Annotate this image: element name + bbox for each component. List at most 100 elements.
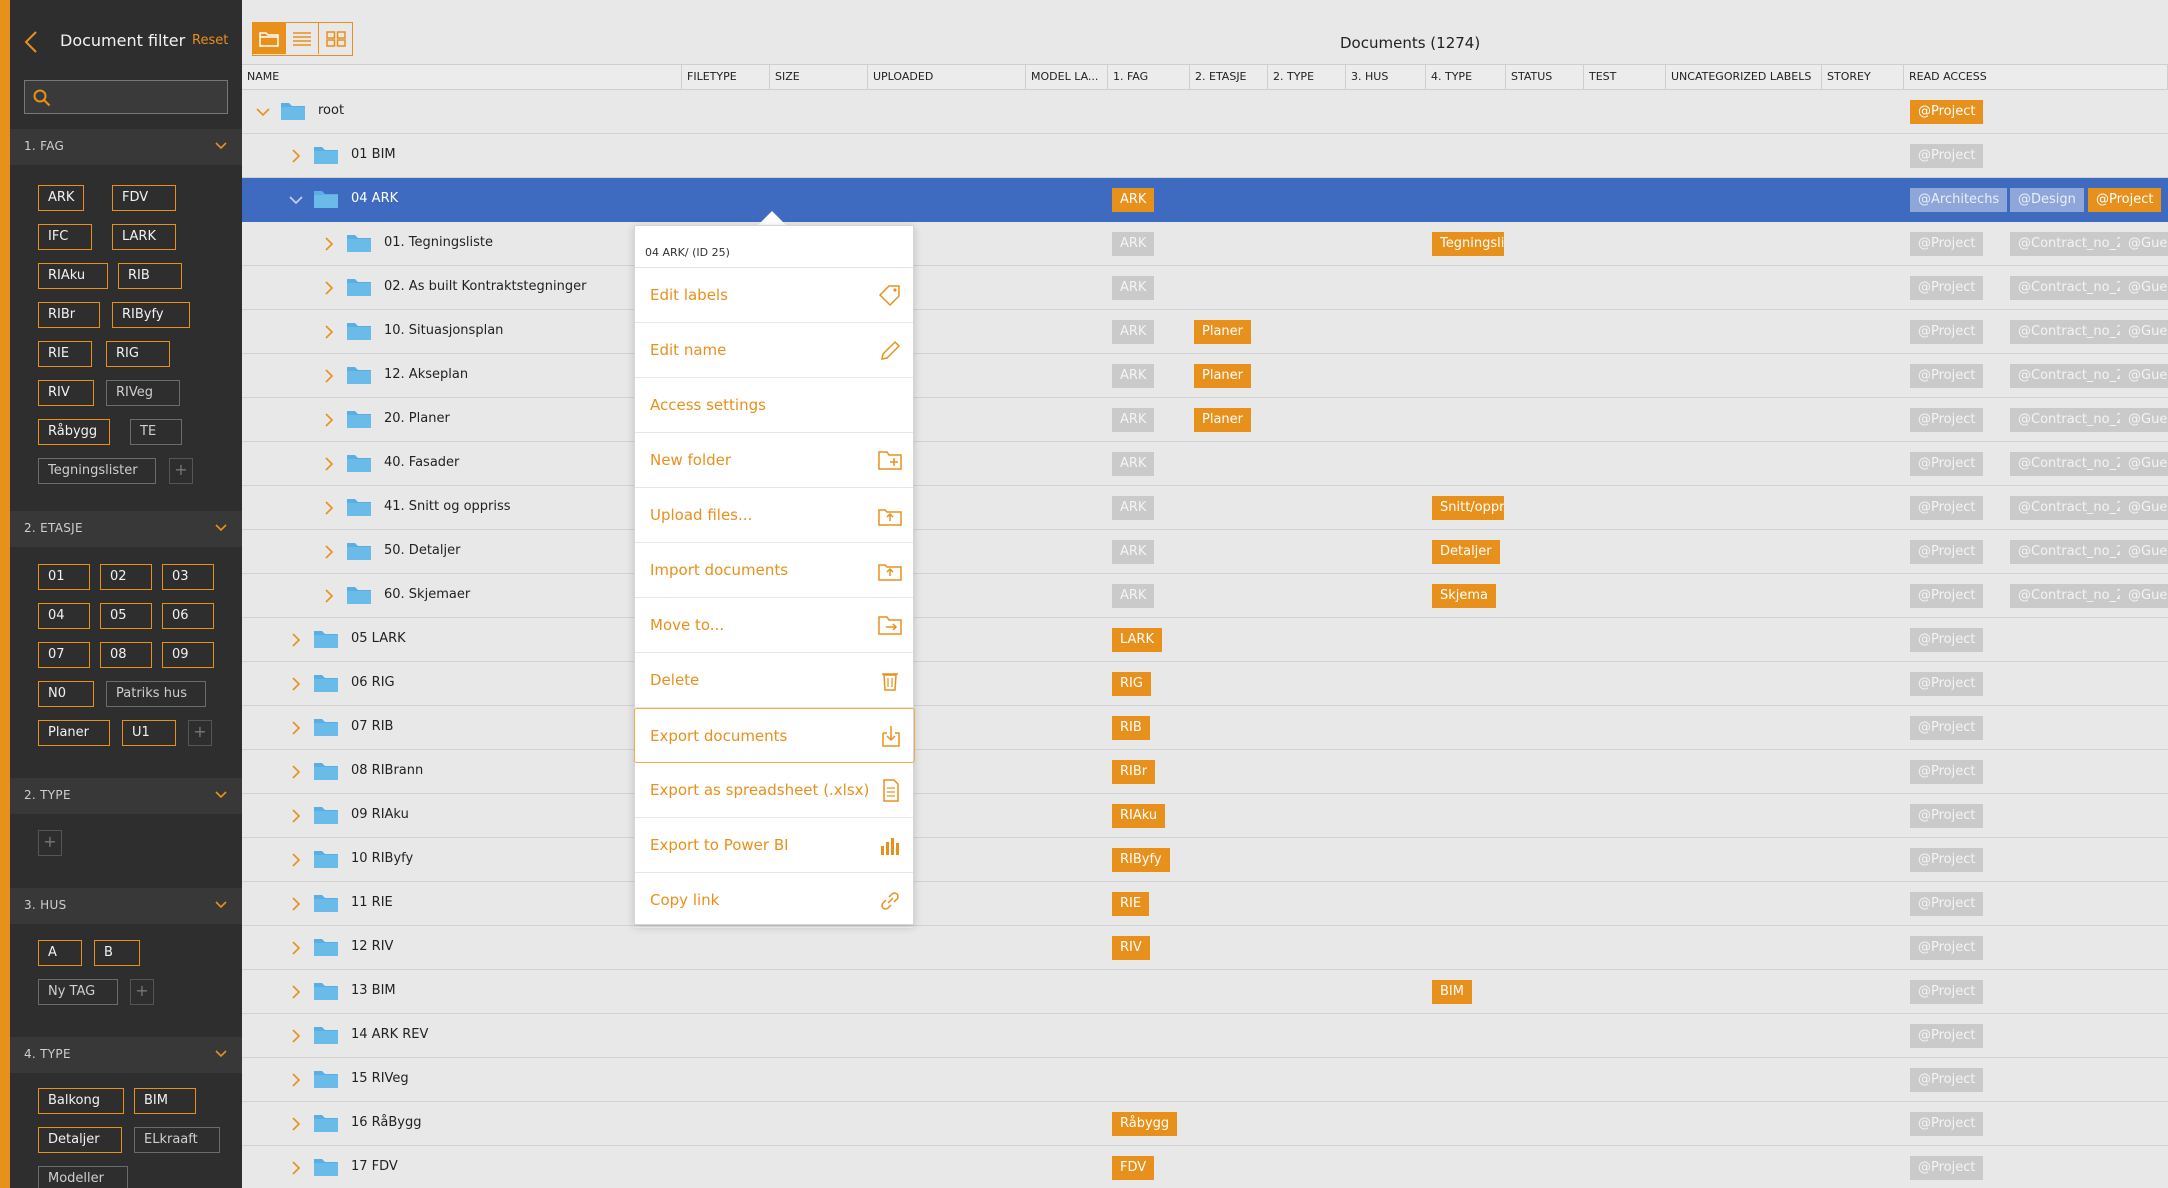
chevron-right-icon[interactable]	[291, 765, 301, 779]
chevron-down-icon[interactable]	[214, 523, 228, 533]
column-header-read-access[interactable]: READ ACCESS	[1904, 65, 2168, 89]
chevron-right-icon[interactable]	[324, 369, 334, 383]
add-tag-button[interactable]: +	[169, 458, 193, 484]
fag-label-badge[interactable]: ARK	[1112, 496, 1155, 520]
table-row[interactable]: 04 ARK ARK @Architechs @Design @Project	[242, 178, 2168, 222]
menu-item-export-documents[interactable]: Export documents	[634, 708, 915, 763]
filter-search-box[interactable]	[24, 80, 228, 114]
table-row[interactable]: 50. Detaljer ARK Detaljer @Project @Contract…	[242, 530, 2168, 574]
table-row[interactable]: 60. Skjemaer ARK Skjema @Project @Contract_n…	[242, 574, 2168, 618]
table-row[interactable]: root @Project	[242, 90, 2168, 134]
menu-item-import-documents[interactable]: Import documents	[635, 543, 913, 598]
table-row[interactable]: 17 FDV FDV @Project	[242, 1146, 2168, 1188]
filter-tag-07[interactable]: 07	[38, 642, 90, 668]
fag-label-badge[interactable]: ARK	[1112, 276, 1155, 300]
fag-label-badge[interactable]: ARK	[1112, 452, 1155, 476]
filter-tag-rig[interactable]: RIG	[106, 341, 170, 367]
read-access-badge[interactable]: @Project	[2088, 188, 2162, 212]
filter-tag-08[interactable]: 08	[100, 642, 152, 668]
filter-tag-fdv[interactable]: FDV	[112, 185, 176, 211]
filter-tag-u1[interactable]: U1	[122, 720, 176, 746]
fag-label-badge[interactable]: ARK	[1112, 188, 1155, 212]
table-row[interactable]: 09 RIAku RIAku @Project	[242, 794, 2168, 838]
fag-label-badge[interactable]: RIByfy	[1112, 848, 1170, 872]
filter-tag-patriks-hus[interactable]: Patriks hus	[106, 681, 206, 707]
chevron-right-icon[interactable]	[291, 853, 301, 867]
table-row[interactable]: 07 RIB RIB @Project	[242, 706, 2168, 750]
read-access-badge[interactable]: @Project	[1910, 672, 1984, 696]
type-label-badge[interactable]: Detaljer	[1432, 540, 1500, 564]
filter-tag-09[interactable]: 09	[162, 642, 214, 668]
filter-tag-ribr[interactable]: RIBr	[38, 302, 100, 328]
menu-item-export-as-spreadsheet-xlsx[interactable]: Export as spreadsheet (.xlsx)	[635, 763, 913, 818]
fag-label-badge[interactable]: RIG	[1112, 672, 1151, 696]
chevron-right-icon[interactable]	[291, 941, 301, 955]
menu-item-edit-name[interactable]: Edit name	[635, 323, 913, 378]
chevron-down-icon[interactable]	[214, 790, 228, 800]
column-header-storey[interactable]: STOREY	[1822, 65, 1904, 89]
menu-item-delete[interactable]: Delete	[635, 653, 913, 708]
filter-tag-te[interactable]: TE	[130, 419, 182, 445]
filter-tag-01[interactable]: 01	[38, 564, 90, 590]
filter-tag-ny-tag[interactable]: Ny TAG	[38, 979, 118, 1005]
read-access-badge[interactable]: @Project	[1910, 100, 1984, 124]
filter-tag-05[interactable]: 05	[100, 603, 152, 629]
read-access-badge[interactable]: @Guest	[2120, 320, 2168, 344]
table-row[interactable]: 06 RIG RIG @Project	[242, 662, 2168, 706]
read-access-badge[interactable]: @Project	[1910, 1024, 1984, 1048]
chevron-down-icon[interactable]	[214, 1049, 228, 1059]
read-access-badge[interactable]: @Project	[1910, 1112, 1984, 1136]
read-access-badge[interactable]: @Project	[1910, 232, 1984, 256]
filter-tag-ribyfy[interactable]: RIByfy	[112, 302, 190, 328]
read-access-badge[interactable]: @Contract_no_2	[2010, 584, 2133, 608]
chevron-right-icon[interactable]	[324, 281, 334, 295]
table-row[interactable]: 10 RIByfy RIByfy @Project	[242, 838, 2168, 882]
menu-item-new-folder[interactable]: New folder	[635, 433, 913, 488]
filter-section-2-etasje[interactable]: 2. ETASJE	[10, 511, 242, 547]
add-tag-button[interactable]: +	[38, 830, 62, 856]
add-tag-button[interactable]: +	[130, 979, 154, 1005]
read-access-badge[interactable]: @Project	[1910, 276, 1984, 300]
list-view-button[interactable]	[286, 23, 319, 54]
chevron-right-icon[interactable]	[324, 589, 334, 603]
read-access-badge[interactable]: @Guest	[2120, 584, 2168, 608]
column-header-size[interactable]: SIZE	[770, 65, 868, 89]
column-header-3-hus[interactable]: 3. HUS	[1346, 65, 1426, 89]
read-access-badge[interactable]: @Project	[1910, 540, 1984, 564]
fag-label-badge[interactable]: RIV	[1112, 936, 1150, 960]
chevron-down-icon[interactable]	[214, 141, 228, 151]
read-access-badge[interactable]: @Project	[1910, 760, 1984, 784]
column-header-uncategorized-labels[interactable]: UNCATEGORIZED LABELS	[1666, 65, 1822, 89]
chevron-right-icon[interactable]	[291, 149, 301, 163]
read-access-badge[interactable]: @Project	[1910, 452, 1984, 476]
filter-tag-detaljer[interactable]: Detaljer	[38, 1127, 122, 1153]
table-row[interactable]: 10. Situasjonsplan ARK Planer @Project @Cont…	[242, 310, 2168, 354]
read-access-badge[interactable]: @Guest	[2120, 496, 2168, 520]
filter-tag-riveg[interactable]: RIVeg	[106, 380, 180, 406]
filter-search-input[interactable]	[59, 81, 225, 113]
read-access-badge[interactable]: @Contract_no_2	[2010, 408, 2133, 432]
type-label-badge[interactable]: Skjema	[1432, 584, 1497, 608]
fag-label-badge[interactable]: ARK	[1112, 408, 1155, 432]
read-access-badge[interactable]: @Contract_no_2	[2010, 364, 2133, 388]
add-tag-button[interactable]: +	[188, 720, 212, 746]
table-row[interactable]: 14 ARK REV @Project	[242, 1014, 2168, 1058]
table-row[interactable]: 02. As built Kontraktstegninger ARK @Proje…	[242, 266, 2168, 310]
read-access-badge[interactable]: @Guest	[2120, 408, 2168, 432]
read-access-badge[interactable]: @Project	[1910, 584, 1984, 608]
table-row[interactable]: 41. Snitt og oppriss ARK Snitt/oppri @Proje…	[242, 486, 2168, 530]
filter-tag-modeller[interactable]: Modeller	[38, 1166, 128, 1188]
filter-tag-lark[interactable]: LARK	[112, 224, 176, 250]
read-access-badge[interactable]: @Contract_no_2	[2010, 452, 2133, 476]
type-label-badge[interactable]: BIM	[1432, 980, 1472, 1004]
fag-label-badge[interactable]: RIBr	[1112, 760, 1156, 784]
filter-tag-riaku[interactable]: RIAku	[38, 263, 108, 289]
column-header-4-type[interactable]: 4. TYPE	[1426, 65, 1506, 89]
menu-item-move-to[interactable]: Move to...	[635, 598, 913, 653]
chevron-left-icon[interactable]	[24, 30, 38, 54]
fag-label-badge[interactable]: ARK	[1112, 584, 1155, 608]
fag-label-badge[interactable]: RIAku	[1112, 804, 1166, 828]
chevron-down-icon[interactable]	[256, 107, 270, 117]
table-row[interactable]: 20. Planer ARK Planer @Project @Contract_no_…	[242, 398, 2168, 442]
read-access-badge[interactable]: @Project	[1910, 716, 1984, 740]
